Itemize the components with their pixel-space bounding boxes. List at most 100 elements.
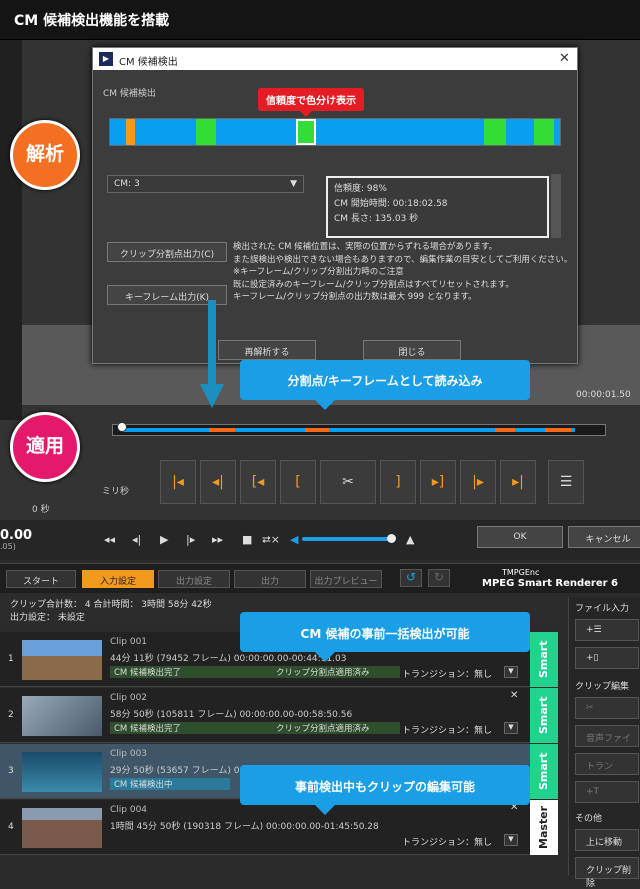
clip-thumbnail [22,752,102,792]
go-end-icon[interactable]: ▸| [500,460,536,504]
play-icon[interactable]: ▶ [160,533,168,546]
clip-thumbnail [22,696,102,736]
cut-button[interactable]: ✂ [575,697,639,719]
clip-number: 4 [8,822,14,832]
smart-tab[interactable]: Smart [530,688,558,743]
fast-forward-icon[interactable]: ▸▸ [212,533,223,546]
timeline-cm-segment [209,428,235,432]
timeline-fill [121,428,575,432]
badge-apply: 適用 [10,412,80,482]
cancel-button[interactable]: キャンセル [568,526,640,548]
cm-segment [196,119,216,145]
delete-clip-button[interactable]: クリップ削除 [575,857,639,889]
cm-status-text: CM 候補検出完了 [114,724,181,734]
step-input-settings[interactable]: 入力設定 [82,570,154,588]
go-start-icon[interactable]: |◂ [160,460,196,504]
product-line1: TMPGEnc [502,568,540,577]
cm-reliability-bar[interactable] [109,118,561,146]
current-time: 0.00 [0,528,33,543]
next-marker-icon[interactable]: ▸] [420,460,456,504]
clip-name: Clip 002 [110,693,148,703]
stop-icon[interactable]: ■ [242,533,252,546]
prev-marker-icon[interactable]: [◂ [240,460,276,504]
rewind-icon[interactable]: ◂◂ [104,533,115,546]
callout-cm-detect: CM 候補の事前一括検出が可能 [240,612,530,662]
file-input-heading: ファイル入力 [575,604,630,614]
prev-key-icon[interactable]: ◂| [200,460,236,504]
step-start[interactable]: スタート [6,570,76,588]
cm-segment [484,119,506,145]
reliability-callout: 信頼度で色分け表示 [258,88,364,117]
start-time-value: CM 開始時間: 00:18:02.58 [334,199,448,209]
cm-segment [534,119,554,145]
loop-icon[interactable]: ⮂× [262,533,280,547]
close-icon[interactable]: ✕ [510,690,518,701]
flow-arrow-icon [200,300,224,408]
eject-icon[interactable]: ▲ [406,533,414,546]
clip-number: 2 [8,710,14,720]
cm-status-text: CM 候補検出中 [114,780,173,790]
split-status-text: クリップ分割点適用済み [276,668,370,678]
badge-analyze: 解析 [10,120,80,190]
cm-select[interactable]: CM: 3 ▼ [107,175,304,193]
reanalyze-button[interactable]: 再解析する [218,340,316,360]
clip-name: Clip 003 [110,749,148,759]
close-icon[interactable]: ✕ [559,51,570,66]
undo-icon[interactable]: ↺ [400,569,422,587]
cm-status-bar: CM 候補検出完了 クリップ分割点適用済み [110,722,400,734]
notice-text: 検出された CM 候補位置は、実際の位置からずれる場合があります。 また誤検出や… [233,241,573,304]
add-file-button[interactable]: +☰ [575,619,639,641]
notice-line: 検出された CM 候補位置は、実際の位置からずれる場合があります。 [233,242,498,252]
timeline-bar[interactable] [112,422,606,436]
sec-label: 0 秒 [32,505,50,515]
clip-row[interactable]: 2 Clip 002 58分 50秒 (105811 フレーム) 00:00:0… [0,688,558,743]
audio-button[interactable]: 音声ファイ [575,725,639,747]
clip-thumbnail [22,640,102,680]
step-output-preview[interactable]: 出力プレビュー [310,570,382,588]
smart-tab[interactable]: Smart [530,744,558,799]
smart-tab[interactable]: Smart [530,632,558,687]
step-forward-icon[interactable]: |▸ [186,533,195,546]
chevron-down-icon[interactable]: ▼ [504,722,518,734]
transition-label: トランジション：無し [402,726,493,736]
clip-row[interactable]: 4 Clip 004 1時間 45分 50秒 (190318 フレーム) 00:… [0,800,558,855]
redo-icon[interactable]: ↻ [428,569,450,587]
info-scrollbar[interactable] [551,174,561,238]
add-folder-button[interactable]: +▯ [575,647,639,669]
chevron-down-icon[interactable]: ▼ [504,834,518,846]
clip-split-output-button[interactable]: クリップ分割点出力(C) [107,242,227,262]
chevron-down-icon: ▼ [290,179,297,189]
set-out-icon[interactable]: ] [380,460,416,504]
cut-icon[interactable]: ✂ [320,460,376,504]
dialog-close-button[interactable]: 閉じる [363,340,461,360]
notice-line: また誤検出や検出できない場合もありますので、編集作業の目安としてご利用ください。 [233,254,573,265]
volume-slider[interactable] [302,537,392,541]
cm-status-bar: CM 候補検出完了 クリップ分割点適用済み [110,666,400,678]
section-label: CM 候補検出 [103,89,156,99]
clip-number: 3 [8,766,14,776]
clip-name: Clip 001 [110,637,148,647]
chevron-down-icon[interactable]: ▼ [504,666,518,678]
step-output[interactable]: 出力 [234,570,306,588]
clip-duration: 1時間 45分 50秒 (190318 フレーム) 00:00:00.00-01… [110,822,379,832]
next-key-icon[interactable]: |▸ [460,460,496,504]
ok-button[interactable]: OK [477,526,563,548]
other-heading: その他 [575,814,603,824]
step-output-settings[interactable]: 出力設定 [158,570,230,588]
volume-icon[interactable]: ◀ [290,533,298,546]
step-back-icon[interactable]: ◂| [132,533,141,546]
set-in-icon[interactable]: [ [280,460,316,504]
cm-info-box: 信頼度: 98% CM 開始時間: 00:18:02.58 CM 長さ: 135… [326,176,549,238]
clip-duration: 44分 11秒 (79452 フレーム) 00:00:00.00-00:44:1… [110,654,347,664]
text-button[interactable]: +T [575,781,639,803]
timecode-right: 00:00:01.50 [576,390,631,400]
master-tab[interactable]: Master [530,800,558,855]
notice-line: ※キーフレーム/クリップ分割出力時のご注意 [233,267,404,277]
transition-button[interactable]: トラン [575,753,639,775]
move-up-button[interactable]: 上に移動 [575,829,639,851]
volume-knob[interactable] [387,534,396,543]
timeline-cm-segment [545,428,571,432]
notice-line: キーフレーム/クリップ分割点の出力数は最大 999 となります。 [233,292,477,302]
playhead[interactable] [117,422,127,432]
menu-icon[interactable]: ☰ [548,460,584,504]
